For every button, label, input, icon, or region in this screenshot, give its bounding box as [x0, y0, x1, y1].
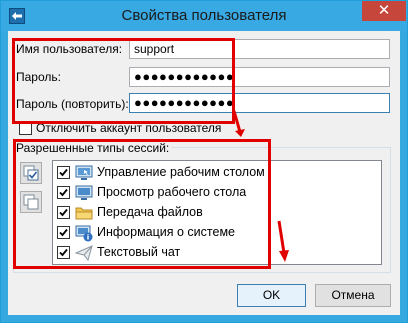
user-properties-window: Свойства пользователя ✕ Имя пользователя… — [0, 0, 408, 323]
close-icon: ✕ — [377, 2, 391, 19]
arrow-down-icon — [235, 129, 245, 137]
arrow-down-icon — [279, 250, 289, 262]
close-button[interactable]: ✕ — [362, 1, 406, 21]
annotation-arrows — [232, 110, 289, 262]
window-title: Свойства пользователя — [121, 7, 287, 24]
title-bar[interactable]: Свойства пользователя ✕ — [1, 1, 407, 31]
dialog-body: Имя пользователя: support Пароль: ●●●●●●… — [8, 31, 400, 315]
